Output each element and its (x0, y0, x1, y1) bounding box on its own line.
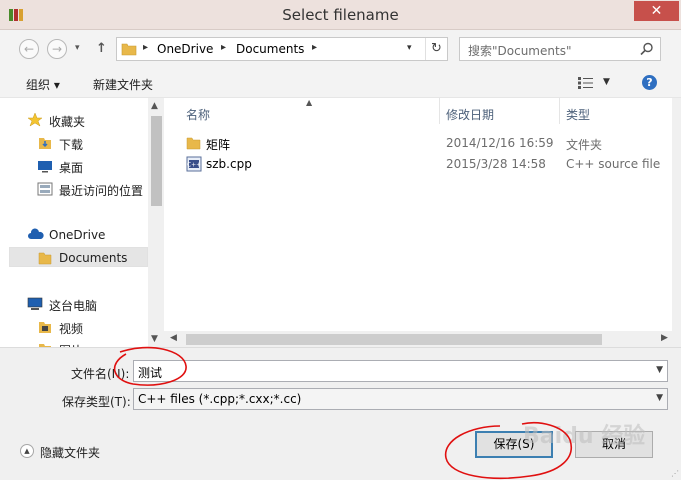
file-type: 文件夹 (566, 138, 603, 152)
view-options-icon[interactable] (578, 77, 594, 89)
breadcrumb-separator-icon: ▸ (312, 42, 318, 53)
file-row[interactable]: C++ szb.cpp 2015/3/28 14:58 C++ source f… (184, 154, 674, 174)
cloud-icon (28, 228, 44, 239)
new-folder-button[interactable]: 新建文件夹 (93, 76, 153, 93)
cpp-file-icon: C++ (186, 156, 202, 172)
scroll-left-icon[interactable]: ◀ (170, 333, 177, 343)
command-toolbar: 组织 ▾ 新建文件夹 ▼ ? (0, 68, 681, 98)
column-divider[interactable] (559, 98, 560, 124)
watermark: Baidu 经验 (523, 424, 646, 449)
close-button[interactable]: ✕ (634, 1, 679, 21)
title-bar: Select filename ✕ (0, 0, 681, 30)
download-folder-icon (39, 138, 51, 149)
sidebar-item-downloads[interactable]: 下载 (34, 133, 164, 153)
chevron-down-icon[interactable]: ▼ (656, 393, 663, 403)
filename-field[interactable]: 测试 ▼ (133, 360, 668, 382)
file-modified: 2014/12/16 16:59 (446, 136, 554, 150)
scroll-up-icon[interactable]: ▲ (151, 101, 158, 111)
column-header-date-modified[interactable]: 修改日期 (446, 106, 494, 123)
chevron-down-icon[interactable]: ▼ (656, 365, 663, 375)
sidebar-item-label: 收藏夹 (49, 115, 86, 129)
file-name: 矩阵 (206, 138, 231, 152)
file-type: C++ source file (566, 157, 661, 171)
sidebar-item-label: 下载 (59, 138, 84, 152)
recent-places-icon (37, 182, 53, 196)
file-modified: 2015/3/28 14:58 (446, 157, 546, 171)
navigation-pane: 收藏夹 下载 桌面 最近访问的位置 OneDrive Documents 这台电… (0, 98, 164, 347)
chevron-up-icon: ▲ (20, 444, 34, 458)
breadcrumb-separator-icon: ▸ (221, 42, 227, 53)
sidebar-item-recent-places[interactable]: 最近访问的位置 (34, 179, 164, 199)
search-icon (640, 42, 653, 56)
column-divider[interactable] (439, 98, 440, 124)
back-button[interactable]: ← (19, 39, 39, 59)
filename-label: 文件名(N): (71, 367, 130, 381)
window-title: Select filename (282, 6, 399, 24)
refresh-button[interactable]: ↻ (425, 38, 447, 60)
scrollbar-thumb[interactable] (186, 334, 602, 345)
address-bar[interactable]: ▸ OneDrive ▸ Documents ▸ ▾ ↻ (116, 37, 448, 61)
scroll-down-icon[interactable]: ▼ (151, 334, 158, 344)
forward-button[interactable]: → (47, 39, 67, 59)
filename-value: 测试 (138, 366, 163, 380)
up-button[interactable]: ↑ (96, 41, 107, 56)
sidebar-item-favorites[interactable]: 收藏夹 (24, 110, 154, 130)
breadcrumb-separator-icon: ▸ (143, 42, 149, 53)
organize-menu[interactable]: 组织 ▾ (26, 76, 60, 93)
sidebar-item-label: 视频 (59, 322, 84, 336)
hide-folders-label: 隐藏文件夹 (40, 446, 101, 460)
file-list-horizontal-scrollbar[interactable]: ◀ ▶ (164, 331, 672, 347)
file-list-vertical-scrollbar[interactable] (672, 98, 681, 347)
address-history-chevron-icon[interactable]: ▾ (407, 43, 412, 53)
column-header-name[interactable]: 名称 (186, 106, 210, 123)
folder-icon (186, 137, 201, 150)
star-icon (27, 112, 43, 127)
file-row[interactable]: 矩阵 2014/12/16 16:59 文件夹 (184, 133, 674, 153)
save-form: 文件名(N): 测试 ▼ 保存类型(T): C++ files (*.cpp;*… (0, 347, 681, 480)
svg-text:C++: C++ (187, 162, 201, 169)
sort-ascending-icon: ▲ (306, 98, 313, 107)
filetype-value: C++ files (*.cpp;*.cxx;*.cc) (138, 392, 302, 406)
sidebar-item-onedrive[interactable]: OneDrive (24, 225, 154, 245)
sidebar-item-label: Documents (59, 251, 128, 265)
file-name: szb.cpp (206, 157, 252, 171)
search-input[interactable]: 搜索"Documents" (459, 37, 661, 61)
filetype-select[interactable]: C++ files (*.cpp;*.cxx;*.cc) ▼ (133, 388, 668, 410)
help-icon[interactable]: ? (642, 75, 657, 90)
hide-folders-toggle[interactable]: ▲ 隐藏文件夹 (20, 443, 110, 461)
view-chevron-down-icon[interactable]: ▼ (603, 77, 610, 87)
desktop-icon (38, 161, 52, 173)
sidebar-item-label: 这台电脑 (49, 299, 98, 313)
navigation-bar: ← → ▾ ↑ ▸ OneDrive ▸ Documents ▸ ▾ ↻ 搜索"… (0, 30, 681, 68)
filetype-label: 保存类型(T): (62, 395, 131, 409)
recent-pages-chevron-icon[interactable]: ▾ (75, 43, 80, 53)
scrollbar-thumb[interactable] (151, 116, 162, 206)
sidebar-item-label: OneDrive (49, 228, 106, 242)
breadcrumb-documents[interactable]: Documents (236, 42, 304, 56)
computer-icon (27, 297, 43, 310)
sidebar-item-documents[interactable]: Documents (9, 247, 148, 267)
scroll-right-icon[interactable]: ▶ (661, 333, 668, 343)
sidebar-item-desktop[interactable]: 桌面 (34, 156, 164, 176)
resize-grip-icon[interactable]: ⋰ (671, 469, 679, 478)
breadcrumb-onedrive[interactable]: OneDrive (157, 42, 213, 56)
search-placeholder: 搜索"Documents" (468, 44, 572, 58)
navigation-pane-scrollbar[interactable]: ▲ ▼ (148, 98, 164, 347)
sidebar-item-label: 桌面 (59, 161, 84, 175)
sidebar-item-this-pc[interactable]: 这台电脑 (24, 294, 154, 314)
sidebar-item-videos[interactable]: 视频 (34, 317, 164, 337)
folder-icon (38, 252, 52, 265)
file-list: ▲ 名称 修改日期 类型 矩阵 2014/12/16 16:59 文件夹 C++… (164, 98, 672, 347)
sidebar-item-pictures[interactable]: 图片 (34, 339, 164, 347)
video-folder-icon (39, 322, 51, 333)
column-header-type[interactable]: 类型 (566, 106, 590, 123)
sidebar-item-label: 最近访问的位置 (59, 184, 144, 198)
folder-icon (121, 43, 137, 56)
